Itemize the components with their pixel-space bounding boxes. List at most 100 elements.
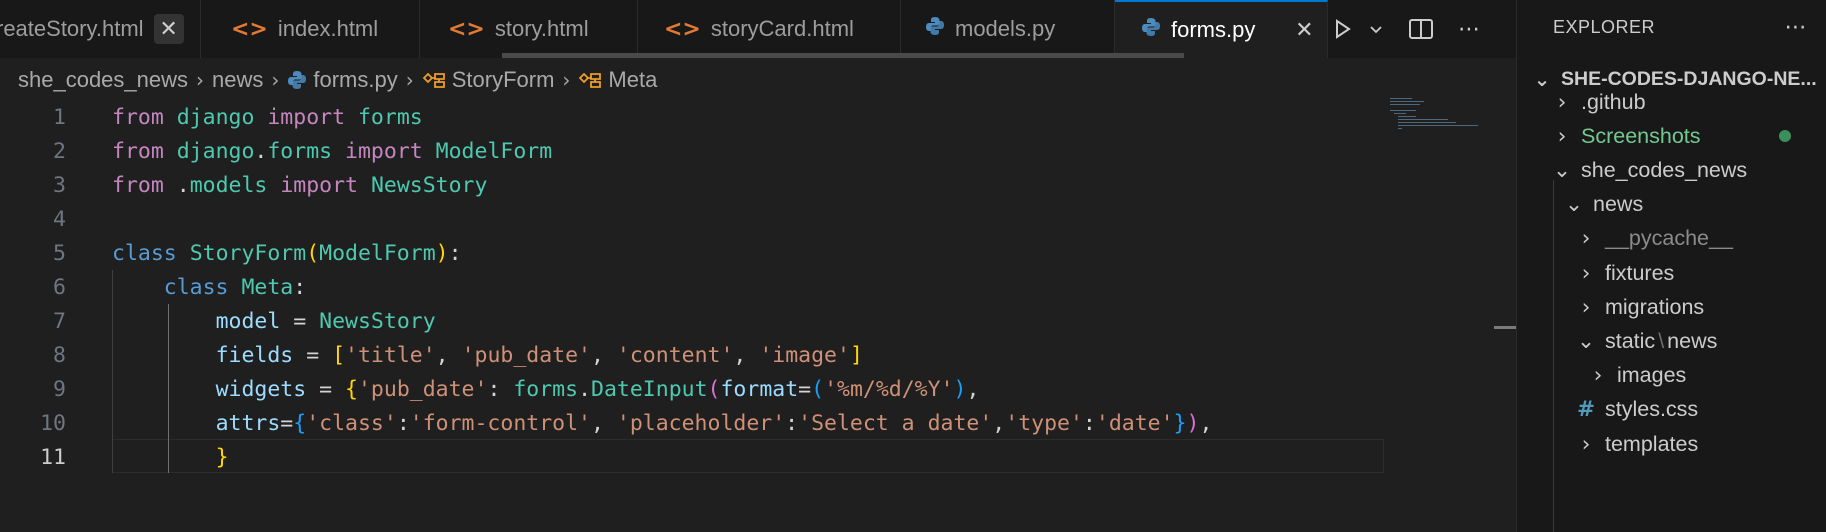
tab-forms-py[interactable]: forms.py ✕ [1115, 0, 1328, 58]
tree-item-label: static \ news [1605, 328, 1718, 353]
code-line[interactable]: 7 model = NewsStory [0, 304, 1390, 338]
breadcrumb-item-class[interactable]: StoryForm [422, 67, 555, 93]
chevron-right-icon: › [562, 68, 571, 92]
tree-item-label: Screenshots [1581, 123, 1701, 148]
tree-item-label: migrations [1605, 294, 1705, 319]
close-icon[interactable]: ✕ [1289, 15, 1319, 45]
run-icon[interactable] [1330, 17, 1354, 41]
tree-item-label: images [1617, 363, 1687, 388]
tree-item-label: news [1593, 192, 1644, 217]
line-number: 4 [53, 206, 66, 232]
chevron-right-icon: › [1581, 260, 1591, 286]
python-icon [288, 71, 307, 89]
code-line[interactable]: 1 from django import forms [0, 100, 1390, 134]
code-text: from django.forms import ModelForm [112, 138, 553, 164]
line-number: 11 [40, 444, 66, 470]
scrollbar-position-marker[interactable] [1494, 326, 1516, 329]
tab-label: story.html [494, 16, 589, 41]
tab-label: reateStory.html [0, 16, 144, 41]
split-editor-icon[interactable] [1408, 17, 1434, 41]
more-actions-icon[interactable]: ⋯ [1458, 17, 1480, 42]
code-line[interactable]: 6 class Meta: [0, 270, 1390, 304]
chevron-down-icon: ⌄ [1576, 328, 1595, 354]
chevron-right-icon: › [1581, 294, 1591, 320]
line-number: 7 [53, 308, 66, 334]
explorer-title: EXPLORER [1553, 16, 1656, 37]
breadcrumb: she_codes_news › news › forms.py › Story… [0, 62, 1400, 98]
line-number: 1 [53, 104, 66, 130]
line-number: 9 [53, 376, 66, 402]
chevron-down-icon: ⌄ [1552, 157, 1571, 183]
tab-models-py[interactable]: models.py [901, 0, 1115, 58]
code-line[interactable]: 10 attrs={'class':'form-control', 'place… [0, 406, 1390, 440]
code-text: attrs={'class':'form-control', 'placehol… [215, 410, 1213, 436]
code-text: model = NewsStory [215, 308, 436, 334]
tab-index-html[interactable]: <> index.html [201, 0, 420, 58]
code-line[interactable]: 9 widgets = {'pub_date': forms.DateInput… [0, 372, 1390, 406]
tab-storycard-html[interactable]: <> storyCard.html [638, 0, 901, 58]
code-text: fields = ['title', 'pub_date', 'content'… [215, 342, 863, 368]
chevron-right-icon: › [1581, 431, 1591, 457]
breadcrumb-item[interactable]: she_codes_news [18, 67, 188, 93]
git-modified-dot-icon [1779, 130, 1791, 143]
code-line[interactable]: 5 class StoryForm(ModelForm): [0, 236, 1390, 270]
breadcrumb-label: forms.py [313, 67, 398, 92]
code-line[interactable]: 2 from django.forms import ModelForm [0, 134, 1390, 168]
chevron-right-icon: › [1557, 123, 1567, 149]
html-icon: <> [664, 16, 701, 42]
editor-actions: ⋯ [1330, 0, 1480, 58]
editor-area: reateStory.html ✕ <> index.html <> story… [0, 0, 1516, 532]
code-line[interactable]: 4 [0, 202, 1390, 236]
tree-item-label: templates [1605, 431, 1699, 456]
chevron-right-icon: › [1557, 89, 1567, 115]
tab-label: index.html [277, 16, 379, 41]
code-text: from .models import NewsStory [112, 172, 488, 198]
breadcrumb-item[interactable]: news [212, 67, 263, 93]
explorer-panel: EXPLORER ⋯ ⌄ SHE-CODES-DJANGO-NE... › .gi… [1516, 0, 1826, 532]
line-number: 5 [53, 240, 66, 266]
python-icon [1141, 17, 1161, 43]
chevron-right-icon: › [271, 68, 280, 92]
explorer-header: EXPLORER ⋯ [1517, 0, 1826, 54]
line-number: 2 [53, 138, 66, 164]
code-text: class Meta: [163, 274, 307, 300]
tree-item-label: __pycache__ [1605, 226, 1733, 251]
breadcrumb-label: StoryForm [451, 67, 555, 92]
folder-item[interactable]: › templates [1517, 424, 1826, 464]
code-text: class StoryForm(ModelForm): [112, 240, 462, 266]
code-line[interactable]: 11 } [0, 440, 1390, 474]
class-symbol-icon [422, 72, 445, 88]
css-hash-icon: # [1576, 397, 1595, 423]
python-icon [925, 16, 945, 42]
breadcrumb-label: Meta [608, 67, 658, 92]
html-icon: <> [231, 16, 268, 42]
tab-label: forms.py [1171, 17, 1256, 42]
line-number: 6 [53, 274, 66, 300]
html-icon: <> [448, 16, 485, 42]
tab-story-html[interactable]: <> story.html [420, 0, 638, 58]
code-text: widgets = {'pub_date': forms.DateInput(f… [215, 376, 980, 402]
code-line[interactable]: 3 from .models import NewsStory [0, 168, 1390, 202]
code-text: } [215, 444, 229, 470]
minimap[interactable] [1390, 96, 1500, 136]
chevron-right-icon: › [405, 68, 414, 92]
close-icon[interactable]: ✕ [153, 14, 184, 44]
tab-label: models.py [955, 16, 1056, 41]
tree-item-label: .github [1581, 89, 1646, 114]
breadcrumb-item-class[interactable]: Meta [578, 67, 657, 93]
class-symbol-icon [579, 72, 602, 88]
line-number: 8 [53, 342, 66, 368]
tree-item-label: fixtures [1605, 260, 1675, 285]
tree-item-label: she_codes_news [1581, 157, 1748, 182]
more-actions-icon[interactable]: ⋯ [1785, 15, 1808, 40]
tab-createstory-html[interactable]: reateStory.html ✕ [0, 0, 201, 58]
tab-bar: reateStory.html ✕ <> index.html <> story… [0, 0, 1516, 58]
chevron-right-icon: › [1593, 363, 1603, 389]
tab-scrollbar[interactable] [502, 53, 1184, 58]
chevron-down-icon[interactable] [1368, 21, 1384, 37]
breadcrumb-item-file[interactable]: forms.py [287, 67, 398, 93]
line-number: 10 [40, 410, 66, 436]
line-number: 3 [53, 172, 66, 198]
code-line[interactable]: 8 fields = ['title', 'pub_date', 'conten… [0, 338, 1390, 372]
tab-label: storyCard.html [710, 16, 854, 41]
